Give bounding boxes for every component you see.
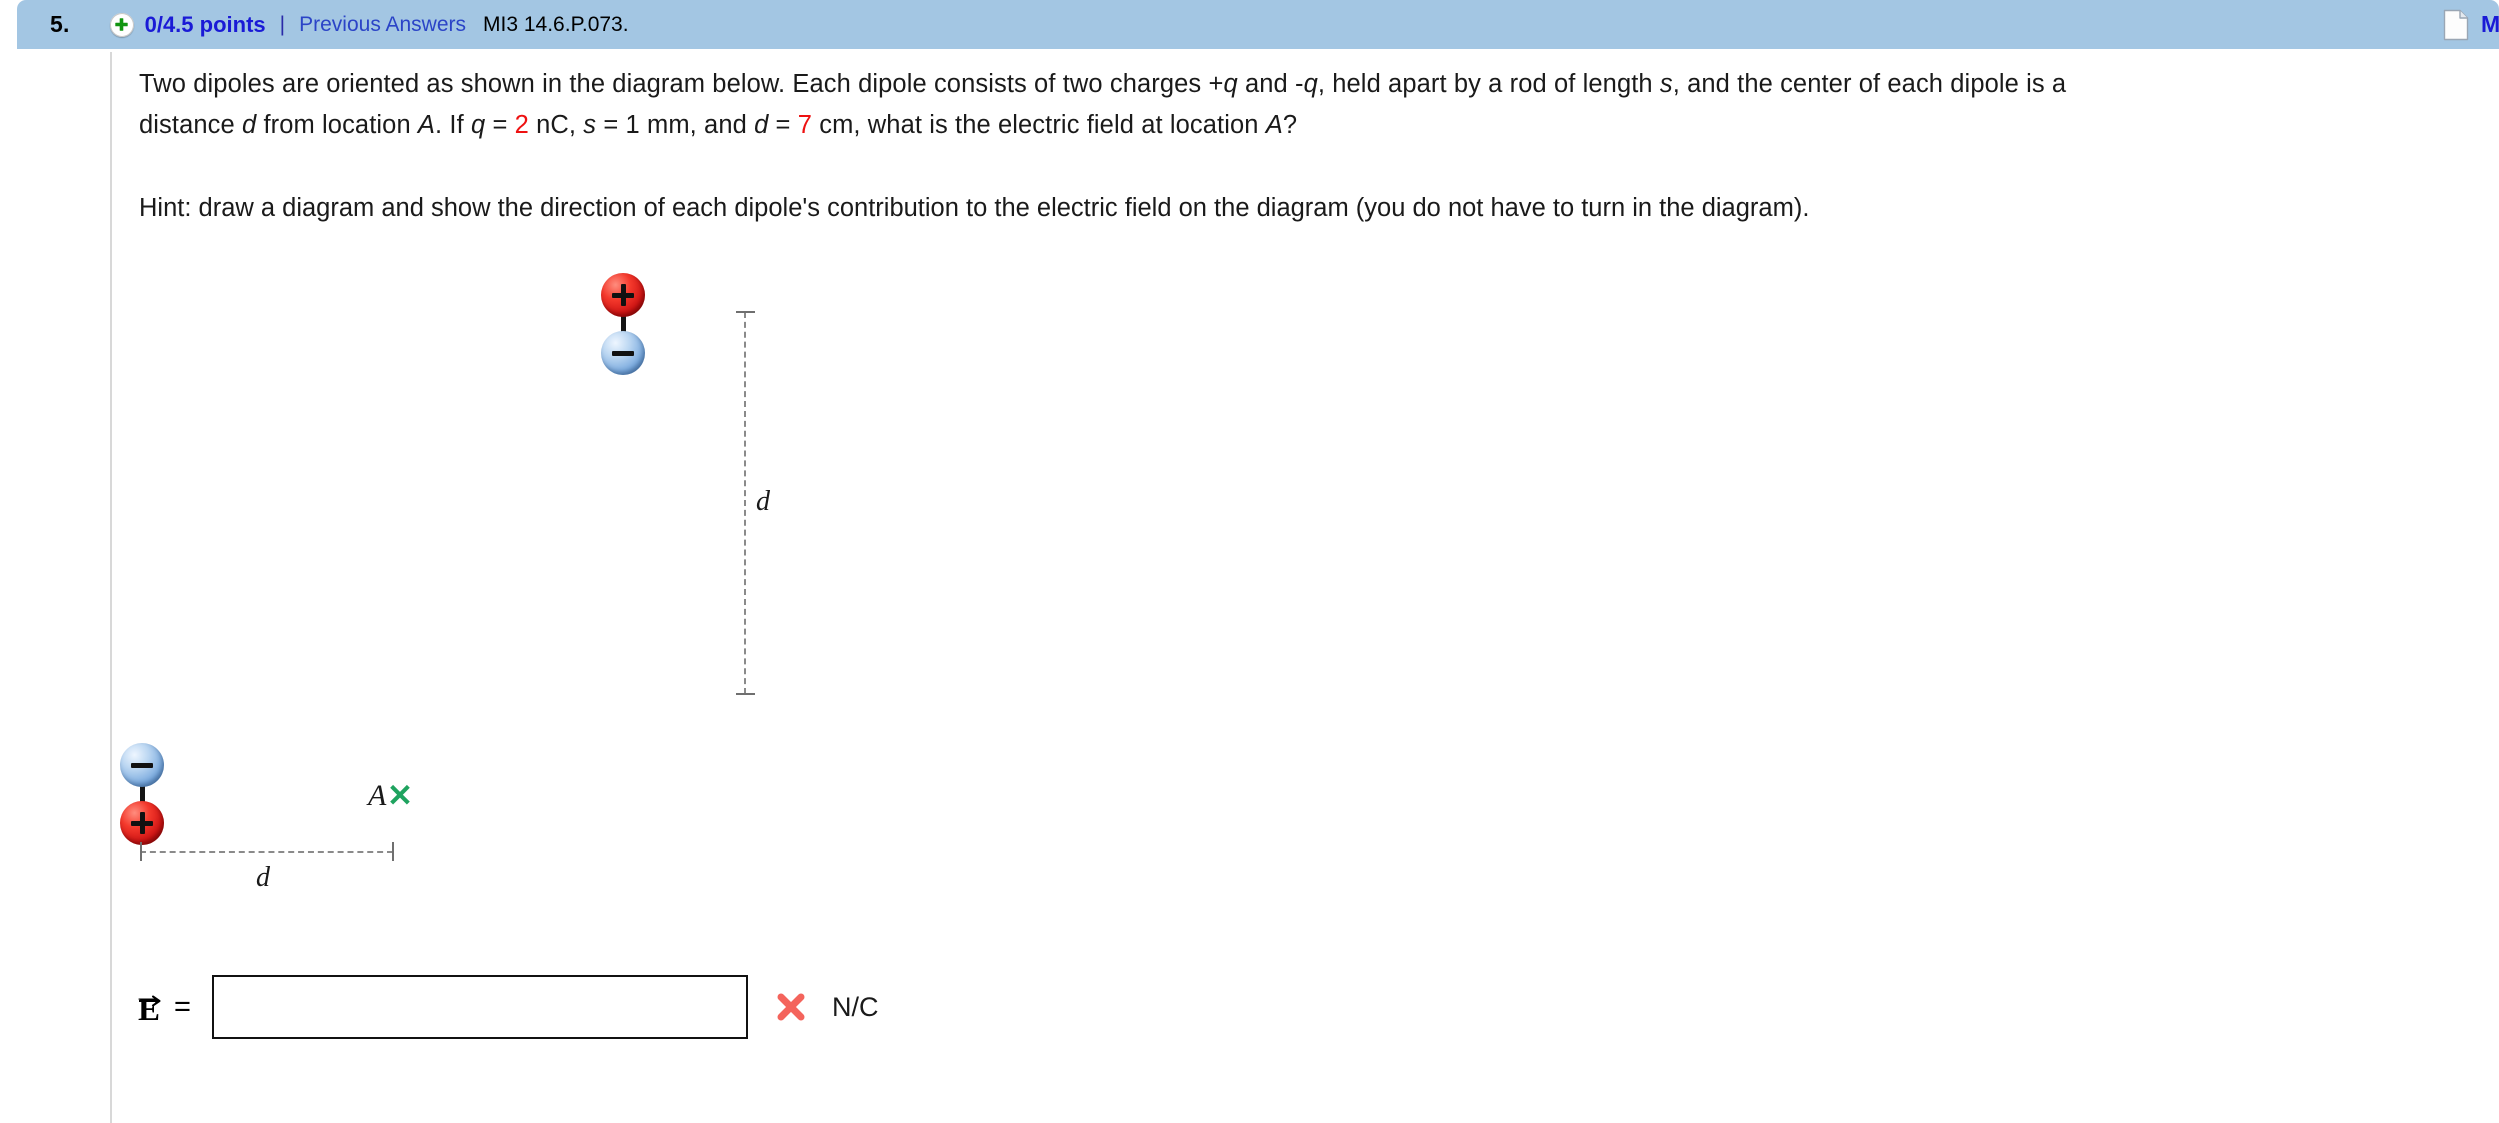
header-separator: |	[279, 12, 286, 36]
problem-code: MI3 14.6.P.073.	[483, 12, 629, 36]
q1-var-q2: q	[1303, 70, 1318, 98]
horizontal-dimension-line	[140, 851, 393, 853]
question-line-2: distance d from location A. If q = 2 nC,…	[139, 105, 2469, 146]
top-dipole-negative-charge	[601, 331, 645, 375]
horizontal-dimension-label: d	[256, 862, 270, 893]
plus-sign-icon	[612, 284, 634, 306]
left-dipole-positive-charge	[120, 801, 164, 845]
q2-seg-end: ?	[1282, 111, 1298, 139]
previous-answers-link[interactable]: Previous Answers	[299, 13, 466, 37]
q1-seg-a: Two dipoles are oriented as shown in the…	[139, 70, 1224, 98]
q2-var-A: A	[417, 111, 436, 139]
answer-row: E = N/C	[138, 975, 878, 1039]
electric-field-symbol: E	[138, 988, 161, 1027]
q2-var-A2: A	[1265, 111, 1283, 139]
hint-line: Hint: draw a diagram and show the direct…	[139, 194, 1810, 222]
left-dipole-negative-charge	[120, 743, 164, 787]
document-icon	[2443, 9, 2469, 41]
q2-var-d1: d	[241, 111, 257, 139]
top-dipole-positive-charge	[601, 273, 645, 317]
q2-var-s: s	[583, 111, 597, 139]
question-number: 5.	[50, 11, 70, 37]
horizontal-dimension-cap-left	[140, 842, 142, 861]
my-notes-button[interactable]: My N	[2443, 9, 2499, 41]
plus-circle-icon[interactable]	[109, 12, 134, 37]
vertical-dimension-cap-bottom	[736, 693, 755, 695]
location-a-label: A	[368, 779, 387, 812]
q1-seg-c: , held apart by a rod of length	[1317, 70, 1660, 98]
q1-var-q1: q	[1223, 70, 1238, 98]
q2-seg-a: distance	[139, 111, 242, 139]
vertical-dimension-cap-top	[736, 311, 755, 313]
location-a-marker-icon: ✕	[387, 778, 413, 813]
minus-sign-icon	[131, 754, 153, 776]
horizontal-dimension-cap-right	[392, 842, 394, 861]
points-label: 0/4.5 points	[144, 11, 266, 37]
q2-eq-3: =	[768, 111, 798, 139]
q2-value-q: 2	[514, 111, 529, 139]
q1-seg-d: , and the center of each dipole is a	[1672, 70, 2067, 98]
q1-var-s: s	[1659, 70, 1673, 98]
dipole-diagram: d d A ✕	[110, 250, 910, 950]
q2-var-d2: d	[754, 111, 769, 139]
vertical-dimension-line	[744, 312, 746, 694]
vector-arrow-icon	[138, 980, 162, 1006]
q2-seg-c: . If	[435, 111, 471, 139]
question-body: Two dipoles are oriented as shown in the…	[139, 64, 2469, 229]
answer-equals-sign: =	[174, 990, 191, 1023]
q2-unit-d: cm, what is the electric field at locati…	[812, 111, 1266, 139]
q1-seg-b: and -	[1237, 70, 1304, 98]
question-line-1: Two dipoles are oriented as shown in the…	[139, 64, 2469, 105]
q2-var-q: q	[470, 111, 486, 139]
plus-sign-icon	[131, 812, 153, 834]
minus-sign-icon	[612, 342, 634, 364]
q2-value-d: 7	[797, 111, 813, 139]
q2-eq-1: =	[485, 111, 515, 139]
q2-seg-b: from location	[256, 111, 418, 139]
incorrect-x-icon	[774, 990, 808, 1024]
q2-unit-q: nC,	[528, 111, 584, 139]
q2-eq-2: = 1 mm, and	[596, 111, 755, 139]
vertical-dimension-label: d	[756, 486, 770, 517]
question-header-bar: 5. 0/4.5 points | Previous Answers MI3 1…	[17, 0, 2499, 49]
my-notes-label: My N	[2481, 11, 2499, 37]
answer-input[interactable]	[211, 975, 748, 1039]
answer-units-label: N/C	[831, 991, 879, 1022]
